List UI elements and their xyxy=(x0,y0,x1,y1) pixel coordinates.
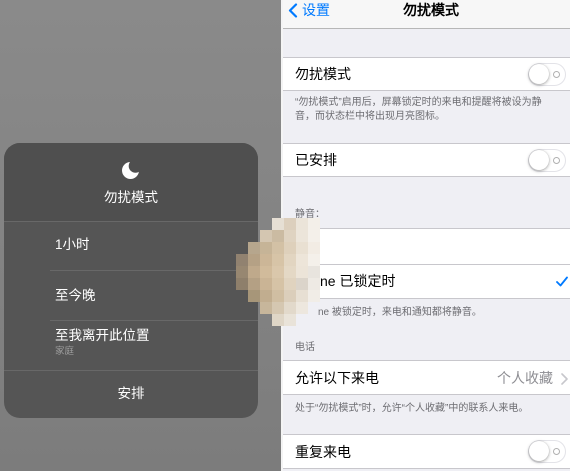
blur-block xyxy=(284,302,296,314)
option-label: 1小时 xyxy=(55,237,90,252)
blur-block xyxy=(284,230,296,242)
blur-block xyxy=(308,254,320,266)
scheduled-row: 已安排 xyxy=(283,143,570,177)
navigation-bar: 设置 勿扰模式 xyxy=(283,0,570,29)
allow-calls-value: 个人收藏 xyxy=(497,370,553,386)
blur-block xyxy=(284,266,296,278)
blur-block xyxy=(272,266,284,278)
option-label: 至今晚 xyxy=(55,288,96,303)
blur-block xyxy=(272,230,284,242)
blur-block xyxy=(308,266,320,278)
blur-block xyxy=(236,278,248,290)
blur-block xyxy=(248,278,260,290)
moon-icon xyxy=(122,162,139,179)
blur-block xyxy=(272,254,284,266)
toggle-knob xyxy=(529,64,549,84)
blur-block xyxy=(296,266,308,278)
scheduled-toggle[interactable] xyxy=(528,149,566,172)
blur-block xyxy=(296,242,308,254)
dnd-popup-card: 勿扰模式 1小时 至今晚 至我离开此位置 家庭 安排 xyxy=(4,143,258,418)
blur-block xyxy=(260,290,272,302)
dnd-popup-title: 勿扰模式 xyxy=(104,190,158,205)
schedule-button[interactable]: 安排 xyxy=(4,371,258,418)
blur-block xyxy=(272,242,284,254)
blur-block xyxy=(308,242,320,254)
checkmark-icon xyxy=(556,276,568,287)
blur-block xyxy=(236,266,248,278)
blur-block xyxy=(272,290,284,302)
option-label: 至我离开此位置 xyxy=(55,328,150,343)
blur-block xyxy=(296,218,308,230)
blur-block xyxy=(272,218,284,230)
dnd-description-line: 音，而状态栏中将出现月亮图标。 xyxy=(295,111,445,122)
blur-block xyxy=(260,266,272,278)
option-until-tonight[interactable]: 至今晚 xyxy=(4,271,258,320)
blur-block xyxy=(296,254,308,266)
blur-block xyxy=(308,278,320,290)
blur-block xyxy=(308,230,320,242)
pixelated-blur xyxy=(236,218,320,326)
blur-block xyxy=(236,254,248,266)
locked-description: ne 被锁定时，来电和通知都将静音。 xyxy=(318,307,482,318)
phone-section-header: 电话 xyxy=(295,342,315,353)
blur-block xyxy=(248,290,260,302)
back-label: 设置 xyxy=(302,2,330,18)
allow-calls-row[interactable]: 允许以下来电 个人收藏 xyxy=(283,360,570,395)
repeated-calls-toggle[interactable] xyxy=(528,440,566,463)
blur-block xyxy=(260,302,272,314)
blur-block xyxy=(260,278,272,290)
blur-block xyxy=(284,278,296,290)
blur-block xyxy=(296,290,308,302)
blur-block xyxy=(284,218,296,230)
schedule-label: 安排 xyxy=(117,386,145,401)
back-button[interactable]: 设置 xyxy=(283,0,343,22)
option-sublabel: 家庭 xyxy=(55,346,75,357)
blur-block xyxy=(248,254,260,266)
chevron-left-icon xyxy=(288,3,298,18)
blur-block xyxy=(248,242,260,254)
blur-block xyxy=(248,266,260,278)
chevron-right-icon xyxy=(561,373,568,385)
dnd-toggle[interactable] xyxy=(528,63,566,86)
repeated-calls-row: 重复来电 xyxy=(283,434,570,469)
dnd-popup-header: 勿扰模式 xyxy=(4,143,258,221)
dnd-description-line: “勿扰模式”启用后，屏幕锁定时的来电和提醒将被设为静 xyxy=(295,97,542,108)
toggle-off-indicator-icon xyxy=(553,156,560,164)
blur-block xyxy=(308,290,320,302)
blur-block xyxy=(260,242,272,254)
option-until-leave-location[interactable]: 至我离开此位置 家庭 xyxy=(4,321,258,370)
scheduled-label: 已安排 xyxy=(295,152,337,168)
blur-block xyxy=(296,230,308,242)
blur-block xyxy=(296,302,308,314)
blur-block xyxy=(284,314,296,326)
allow-calls-label: 允许以下来电 xyxy=(295,370,379,386)
blur-block xyxy=(260,254,272,266)
blur-block xyxy=(260,230,272,242)
option-1-hour[interactable]: 1小时 xyxy=(4,221,258,270)
blur-block xyxy=(272,302,284,314)
blur-block xyxy=(284,242,296,254)
allow-calls-description: 处于“勿扰模式”时，允许“个人收藏”中的联系人来电。 xyxy=(295,403,529,414)
dnd-row: 勿扰模式 xyxy=(283,57,570,91)
toggle-knob xyxy=(529,441,549,461)
toggle-off-indicator-icon xyxy=(553,447,560,455)
blur-block xyxy=(296,278,308,290)
page-title: 勿扰模式 xyxy=(403,2,459,18)
blur-block xyxy=(284,254,296,266)
blur-block xyxy=(272,314,284,326)
dnd-label: 勿扰模式 xyxy=(295,66,351,82)
blur-block xyxy=(308,218,320,230)
blur-block xyxy=(272,278,284,290)
toggle-off-indicator-icon xyxy=(553,70,560,78)
toggle-knob xyxy=(529,150,549,170)
repeated-calls-label: 重复来电 xyxy=(295,444,351,460)
blur-block xyxy=(284,290,296,302)
